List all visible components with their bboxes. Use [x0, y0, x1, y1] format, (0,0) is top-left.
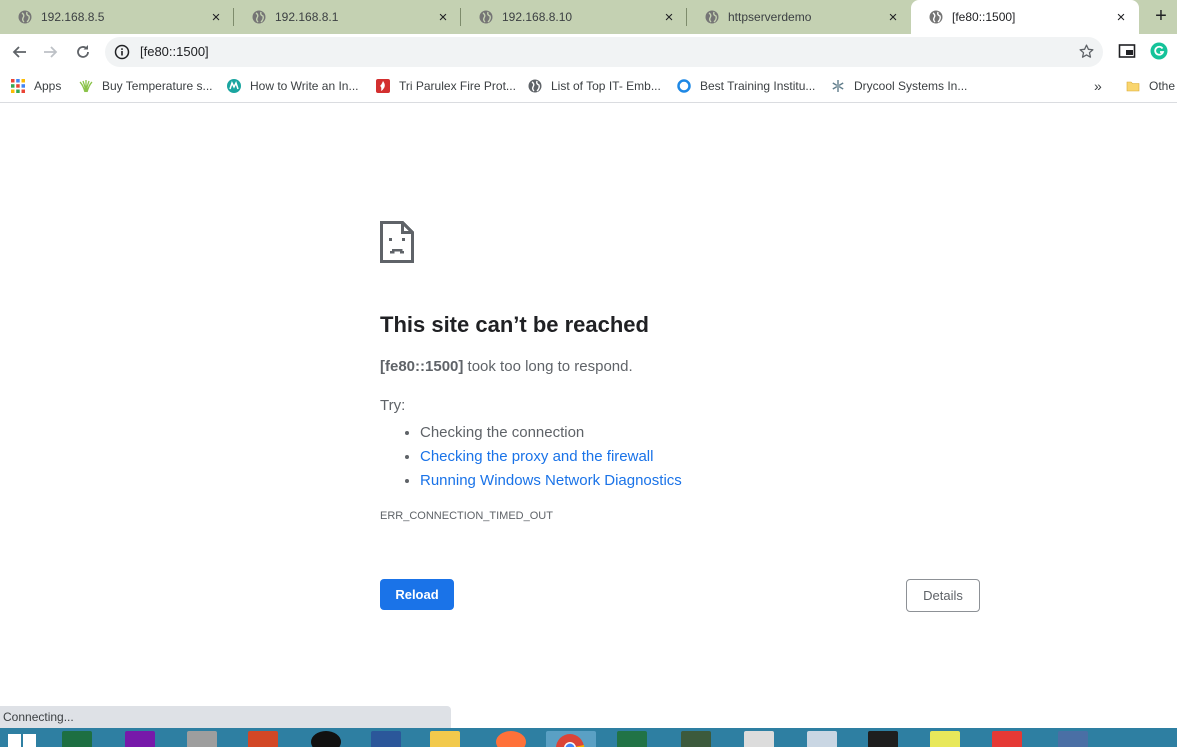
globe-icon	[705, 10, 719, 24]
suggestion-network-diagnostics: Running Windows Network Diagnostics	[420, 469, 682, 493]
tab-title: 192.168.8.5	[41, 10, 105, 24]
status-bubble: Connecting...	[0, 706, 451, 728]
globe-icon	[18, 10, 32, 24]
app-blue-taskbar-icon[interactable]	[1058, 731, 1088, 747]
address-bar[interactable]: [fe80::1500]	[105, 37, 1103, 67]
tab-192-168-8-1[interactable]: 192.168.8.1 ×	[234, 0, 461, 34]
chrome-taskbar-active[interactable]	[546, 731, 596, 747]
bookmark-buy-temperature[interactable]: Buy Temperature s...	[79, 77, 213, 95]
bookmark-list-of-top-it[interactable]: List of Top IT- Emb...	[528, 77, 661, 95]
tab-title: [fe80::1500]	[952, 10, 1016, 24]
bookmark-label: List of Top IT- Emb...	[551, 79, 661, 93]
suggestions-list: Checking the connection Checking the pro…	[380, 421, 682, 493]
suggestion-check-connection: Checking the connection	[420, 421, 682, 445]
bookmarks-overflow-button[interactable]: »	[1094, 77, 1102, 95]
word-taskbar-icon[interactable]	[371, 731, 401, 747]
bookmark-label: Best Training Institu...	[700, 79, 816, 93]
error-summary: [fe80::1500] took too long to respond.	[380, 358, 633, 375]
forward-button[interactable]	[37, 38, 65, 66]
app-yellow-taskbar-icon[interactable]	[930, 731, 960, 747]
bookmark-label: How to Write an In...	[250, 79, 359, 93]
bookmarks-bar: Apps Buy Temperature s... How to Write a…	[0, 70, 1177, 103]
bookmark-star-icon[interactable]	[1078, 43, 1095, 60]
excel-taskbar-icon[interactable]	[62, 731, 92, 747]
close-tab-icon[interactable]: ×	[1113, 9, 1129, 26]
url-text[interactable]: [fe80::1500]	[140, 44, 209, 59]
tab-strip: 192.168.8.5 × 192.168.8.1 × 192.168.8.10…	[0, 0, 1177, 34]
bookmark-label: Apps	[34, 79, 62, 93]
grammarly-extension-icon[interactable]	[1150, 42, 1168, 60]
app-red-taskbar-icon[interactable]	[992, 731, 1022, 747]
other-bookmarks-label: Othe	[1149, 79, 1176, 93]
error-code: ERR_CONNECTION_TIMED_OUT	[380, 510, 553, 522]
powerpoint-taskbar-icon[interactable]	[248, 731, 278, 747]
reload-toolbar-button[interactable]	[69, 38, 97, 66]
app-grid-taskbar-icon[interactable]	[681, 731, 711, 747]
suggestion-proxy-firewall: Checking the proxy and the firewall	[420, 445, 682, 469]
windows-taskbar	[0, 728, 1177, 747]
fire-icon	[376, 79, 390, 93]
globe-icon	[528, 79, 542, 93]
network-diagnostics-link[interactable]: Running Windows Network Diagnostics	[420, 472, 682, 489]
bookmark-label: Buy Temperature s...	[102, 79, 213, 93]
bookmark-label: Drycool Systems In...	[854, 79, 968, 93]
app-green-taskbar-icon[interactable]	[617, 731, 647, 747]
snowflake-icon	[832, 80, 844, 92]
close-tab-icon[interactable]: ×	[885, 9, 901, 26]
firefox-taskbar-icon[interactable]	[496, 731, 526, 747]
back-arrow-icon	[12, 46, 26, 58]
leaf-icon	[79, 80, 93, 93]
forward-arrow-icon	[44, 46, 58, 58]
other-bookmarks-folder[interactable]: Othe	[1126, 77, 1175, 95]
globe-icon	[252, 10, 266, 24]
reload-button[interactable]: Reload	[380, 579, 454, 610]
file-explorer-taskbar-icon[interactable]	[430, 731, 460, 747]
windows-start-icon[interactable]	[8, 734, 36, 747]
tab-192-168-8-10[interactable]: 192.168.8.10 ×	[461, 0, 687, 34]
browser-toolbar: [fe80::1500]	[0, 34, 1177, 70]
try-label: Try:	[380, 397, 406, 414]
close-tab-icon[interactable]: ×	[208, 9, 224, 26]
globe-icon	[479, 10, 493, 24]
tab-title: 192.168.8.1	[275, 10, 339, 24]
details-button[interactable]: Details	[906, 579, 980, 612]
ring-icon	[677, 79, 691, 93]
tab-httpserverdemo[interactable]: httpserverdemo ×	[687, 0, 911, 34]
error-summary-text: took too long to respond.	[463, 358, 633, 375]
apps-grid-icon	[11, 79, 25, 93]
bookmark-tri-parulex[interactable]: Tri Parulex Fire Prot...	[376, 77, 516, 95]
notepad-taskbar-icon[interactable]	[744, 731, 774, 747]
chrome-icon	[556, 734, 585, 747]
close-tab-icon[interactable]: ×	[435, 9, 451, 26]
proxy-firewall-link[interactable]: Checking the proxy and the firewall	[420, 448, 653, 465]
globe-icon	[929, 10, 943, 24]
tab-192-168-8-5[interactable]: 192.168.8.5 ×	[0, 0, 234, 34]
bookmark-apps[interactable]: Apps	[11, 77, 61, 95]
error-host: [fe80::1500]	[380, 358, 464, 375]
command-prompt-taskbar-icon[interactable]	[868, 731, 898, 747]
bookmark-how-to-write[interactable]: How to Write an In...	[227, 77, 359, 95]
tab-title: 192.168.8.10	[502, 10, 573, 24]
folder-icon	[1126, 81, 1140, 92]
window-taskbar-icon[interactable]	[807, 731, 837, 747]
tab-fe80-1500-active[interactable]: [fe80::1500] ×	[911, 0, 1139, 34]
sad-page-icon	[380, 221, 414, 263]
tab-title: httpserverdemo	[728, 10, 812, 24]
back-button[interactable]	[5, 38, 33, 66]
refresh-icon	[77, 45, 89, 58]
app-dark-circle-taskbar-icon[interactable]	[311, 731, 341, 747]
app-cube-taskbar-icon[interactable]	[187, 731, 217, 747]
close-tab-icon[interactable]: ×	[661, 9, 677, 26]
cast-media-icon[interactable]	[1118, 42, 1136, 60]
microchip-logo-icon	[227, 79, 241, 93]
onenote-taskbar-icon[interactable]	[125, 731, 155, 747]
bookmark-drycool-systems[interactable]: Drycool Systems In...	[831, 77, 967, 95]
bookmark-label: Tri Parulex Fire Prot...	[399, 79, 516, 93]
error-title: This site can’t be reached	[380, 312, 649, 337]
bookmark-best-training[interactable]: Best Training Institu...	[677, 77, 815, 95]
new-tab-button[interactable]: +	[1149, 5, 1173, 29]
info-icon[interactable]	[114, 44, 130, 60]
